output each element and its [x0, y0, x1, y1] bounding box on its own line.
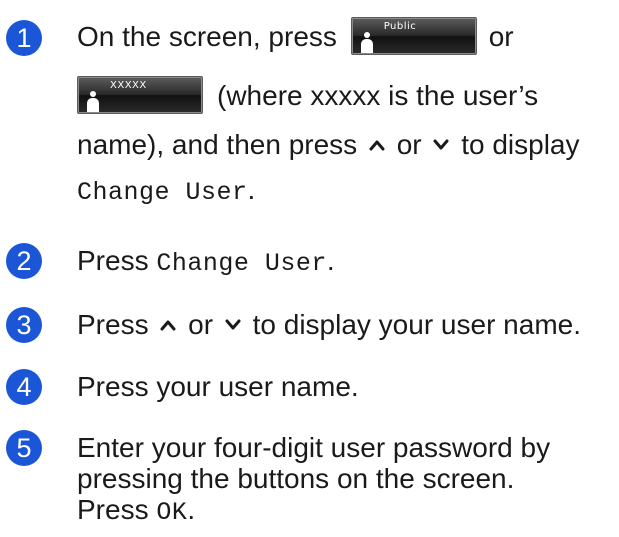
step-text: to display your user name. [252, 309, 581, 340]
step-text: Press [77, 494, 149, 525]
step-text: . [326, 245, 335, 276]
step-4-line: Press your user name. [77, 364, 617, 410]
step-text: Press [77, 245, 149, 276]
step-text: . [187, 494, 196, 525]
menu-option-code: Change User [77, 178, 248, 207]
step-text: or [396, 129, 422, 160]
user-icon [360, 32, 373, 54]
step-text: or [188, 309, 214, 340]
user-button-image: XXXXX [77, 76, 203, 114]
step-1-line-3: name), and then press or to display [77, 122, 617, 168]
step-text: Press [77, 309, 149, 340]
step-5-line-3: Press OK. [77, 487, 617, 536]
step-2-line: Press Change User. [77, 238, 617, 287]
public-button-label: Public [383, 21, 417, 32]
step-text: On the screen, press [77, 21, 337, 52]
user-button-label: XXXXX [110, 80, 147, 91]
step-1-line-4: Change User. [77, 167, 617, 216]
chevron-down-icon [225, 319, 241, 330]
step-number-badge: 2 [6, 243, 42, 279]
step-text: or [488, 21, 514, 52]
chevron-up-icon [160, 320, 176, 331]
step-1-line-2: XXXXX (where xxxxx is the user’s [77, 73, 617, 119]
button-code: OK [156, 498, 188, 527]
step-text: (where xxxxx is the user’s [217, 80, 539, 111]
public-button-image: Public [350, 17, 477, 55]
step-number-badge: 3 [6, 307, 42, 343]
user-icon [87, 91, 99, 113]
menu-option-code: Change User [156, 249, 327, 278]
step-number-badge: 5 [6, 430, 42, 466]
step-number-badge: 1 [6, 20, 42, 56]
step-text: to display [461, 129, 580, 160]
step-text: Press your user name. [77, 371, 359, 402]
step-number-badge: 4 [6, 369, 42, 405]
step-text: name), and then press [77, 129, 358, 160]
step-text: . [247, 174, 256, 205]
step-1-line-1: On the screen, press Public or [77, 14, 617, 60]
step-3-line: Press or to display your user name. [77, 302, 617, 348]
chevron-down-icon [433, 139, 449, 150]
chevron-up-icon [369, 140, 385, 151]
